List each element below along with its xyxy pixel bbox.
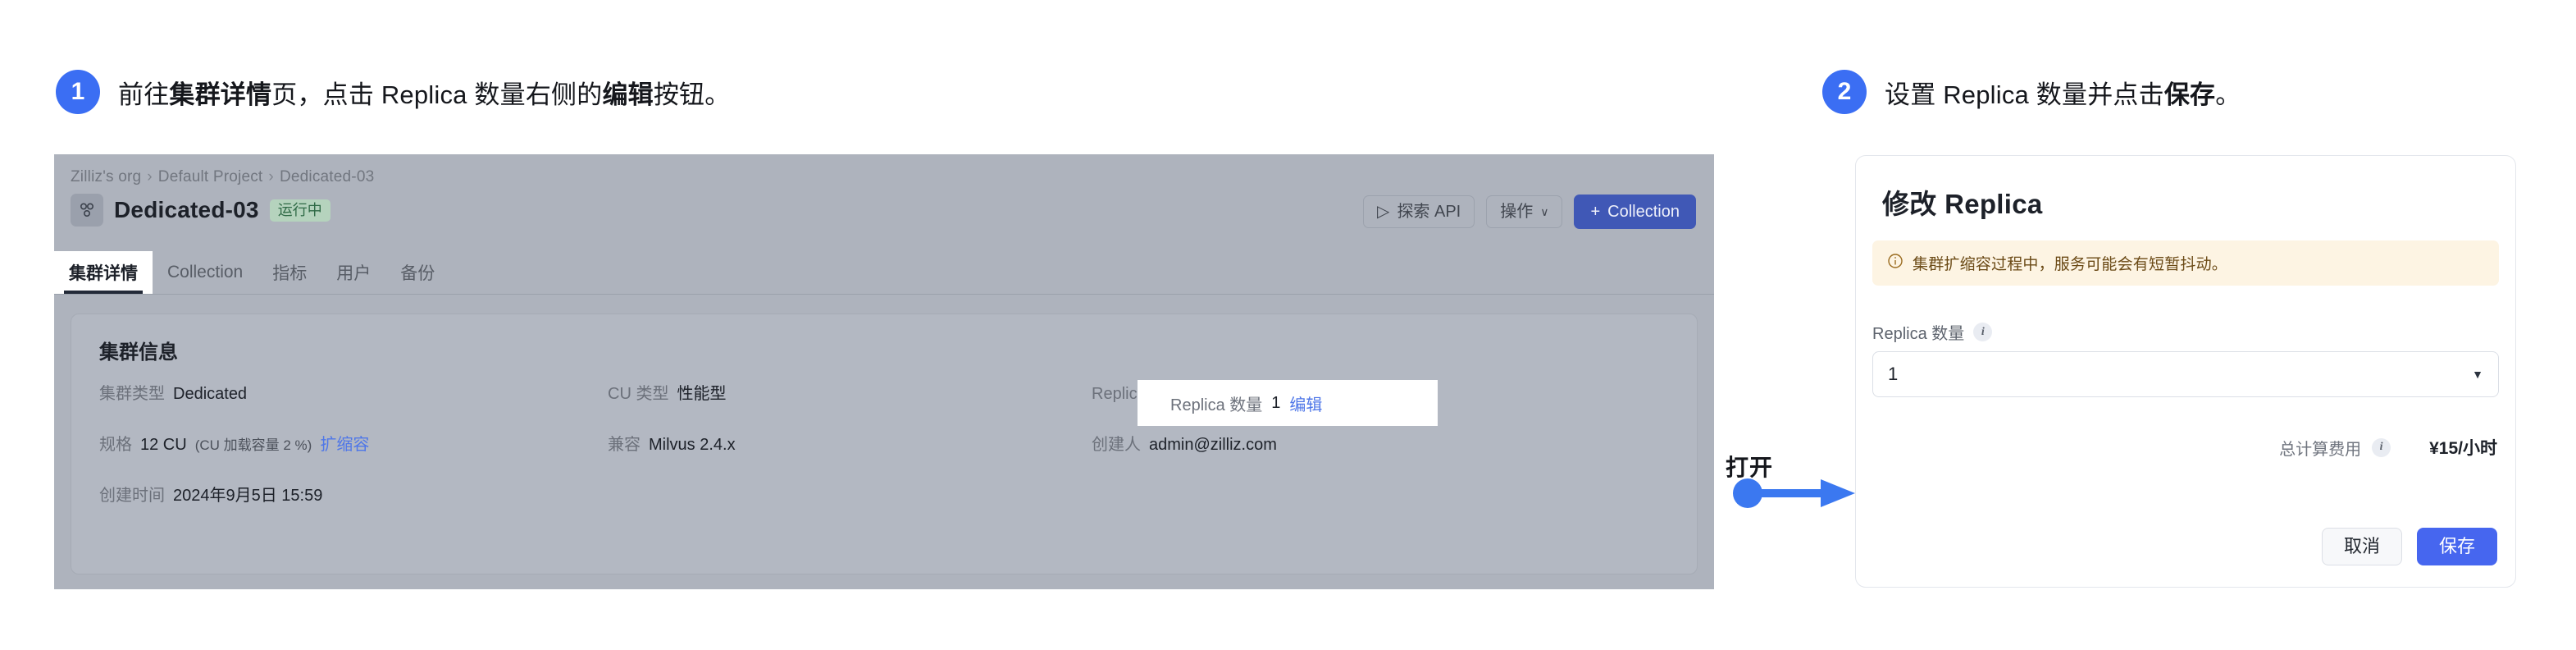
explore-api-button[interactable]: ▷ 探索 API xyxy=(1363,195,1475,228)
cluster-detail-screenshot: Zilliz's org › Default Project › Dedicated-0… xyxy=(54,154,1714,589)
step-2-text-bold1: 保存 xyxy=(2163,80,2216,109)
step-2-text: 设置 Replica 数量并点击保存。 xyxy=(1885,74,2241,111)
tab-users[interactable]: 用户 xyxy=(321,251,385,294)
replica-count-value: 1 xyxy=(1271,393,1281,412)
chevron-down-icon: ∨ xyxy=(1540,205,1549,218)
info-cell-creator: 创建人 admin@zilliz.com xyxy=(1092,431,1674,455)
info-tooltip-icon[interactable]: i xyxy=(1973,323,1993,341)
info-circle-icon xyxy=(1887,253,1904,273)
breadcrumb-separator-2: › xyxy=(268,168,274,185)
connector-arrow-icon xyxy=(1733,478,1855,508)
info-label: 创建时间 xyxy=(99,487,165,505)
info-value: 12 CU xyxy=(140,436,187,454)
total-cost-value: ¥15/小时 xyxy=(2429,439,2497,458)
replica-count-label: Replica 数量 xyxy=(1170,396,1263,414)
save-button[interactable]: 保存 xyxy=(2416,528,2497,565)
info-label: 规格 xyxy=(99,436,132,454)
info-value: admin@zilliz.com xyxy=(1149,436,1277,454)
info-sub-value: (CU 加载容量 2 %) xyxy=(194,437,312,453)
info-label: 兼容 xyxy=(608,436,641,454)
breadcrumb-project[interactable]: Default Project xyxy=(158,168,263,185)
cost-info-tooltip-icon[interactable]: i xyxy=(2372,437,2391,457)
step-1-text-bold2: 编辑 xyxy=(602,80,654,109)
step-1-text-suffix: 按钮。 xyxy=(653,80,731,109)
breadcrumb-cluster[interactable]: Dedicated-03 xyxy=(280,168,374,185)
step-2-caption: 2 设置 Replica 数量并点击保存。 xyxy=(1822,70,2241,114)
create-collection-button[interactable]: + Collection xyxy=(1574,195,1696,229)
header-actions: ▷ 探索 API 操作 ∨ + Collection xyxy=(1363,195,1696,229)
info-cell-cluster-type: 集群类型 Dedicated xyxy=(99,380,608,404)
info-row: 规格 12 CU (CU 加载容量 2 %) 扩缩容 兼容 Milvus 2.4… xyxy=(99,431,1674,482)
operations-button[interactable]: 操作 ∨ xyxy=(1486,195,1563,228)
create-collection-label: Collection xyxy=(1607,203,1680,221)
tab-cluster-detail[interactable]: 集群详情 xyxy=(54,251,153,294)
breadcrumb: Zilliz's org › Default Project › Dedicated-0… xyxy=(71,168,374,186)
dialog-warning-text: 集群扩缩容过程中，服务可能会有短暂抖动。 xyxy=(1913,256,2228,273)
replica-count-select[interactable]: 1 ▼ xyxy=(1872,351,2499,397)
breadcrumb-org[interactable]: Zilliz's org xyxy=(71,168,141,185)
tab-metrics[interactable]: 指标 xyxy=(258,251,321,294)
info-value: Milvus 2.4.x xyxy=(649,436,736,454)
step-2-badge: 2 xyxy=(1822,70,1867,114)
replica-count-highlight: Replica 数量 1 编辑 xyxy=(1138,380,1438,426)
info-label: 创建人 xyxy=(1092,436,1141,454)
chevron-down-icon: ▼ xyxy=(2472,368,2483,381)
cluster-info-card: 集群信息 集群类型 Dedicated CU 类型 性能型 Replica 数量… xyxy=(71,314,1698,574)
plus-icon: + xyxy=(1590,203,1601,221)
operations-label: 操作 xyxy=(1500,203,1534,221)
cluster-info-title: 集群信息 xyxy=(99,341,178,364)
info-cell-created-time: 创建时间 2024年9月5日 15:59 xyxy=(99,482,608,506)
info-cell-spec: 规格 12 CU (CU 加载容量 2 %) 扩缩容 xyxy=(99,431,608,455)
step-1-caption: 1 前往集群详情页，点击 Replica 数量右侧的编辑按钮。 xyxy=(56,70,730,114)
replica-count-selected-value: 1 xyxy=(1888,364,1899,384)
info-value: Dedicated xyxy=(173,385,248,403)
explore-api-label: 探索 API xyxy=(1397,203,1461,221)
dialog-action-buttons: 取消 保存 xyxy=(2321,528,2497,565)
play-triangle-icon: ▷ xyxy=(1377,203,1390,221)
info-label: 集群类型 xyxy=(99,385,165,403)
total-cost-row: 总计算费用 i ¥15/小时 xyxy=(2279,435,2497,460)
info-cell-cu-type: CU 类型 性能型 xyxy=(608,380,1092,404)
info-cell-compatibility: 兼容 Milvus 2.4.x xyxy=(608,431,1092,455)
cluster-title-row: Dedicated-03 运行中 xyxy=(71,194,331,227)
replica-count-field-label-text: Replica 数量 xyxy=(1872,325,1965,343)
step-2-text-suffix: 。 xyxy=(2215,80,2241,109)
edit-replica-link[interactable]: 编辑 xyxy=(1289,391,1322,415)
info-label: CU 类型 xyxy=(608,385,669,403)
tab-collection[interactable]: Collection xyxy=(153,251,258,294)
breadcrumb-separator-1: › xyxy=(147,168,153,185)
info-value: 2024年9月5日 15:59 xyxy=(173,487,323,505)
step-1-text: 前往集群详情页，点击 Replica 数量右侧的编辑按钮。 xyxy=(118,74,730,111)
step-1-text-prefix: 前往 xyxy=(118,80,170,109)
info-row: 创建时间 2024年9月5日 15:59 xyxy=(99,482,1674,533)
cancel-button[interactable]: 取消 xyxy=(2321,528,2402,565)
step-1-text-mid: 页，点击 Replica 数量右侧的 xyxy=(271,80,603,109)
tab-bar: 集群详情 Collection 指标 用户 备份 xyxy=(54,251,1714,295)
modify-replica-dialog: 修改 Replica 集群扩缩容过程中，服务可能会有短暂抖动。 Replica … xyxy=(1855,155,2516,588)
info-value: 性能型 xyxy=(677,385,727,403)
step-2-text-prefix: 设置 Replica 数量并点击 xyxy=(1885,80,2164,109)
status-badge: 运行中 xyxy=(269,199,331,222)
dialog-warning-banner: 集群扩缩容过程中，服务可能会有短暂抖动。 xyxy=(1872,240,2499,286)
info-row: 集群类型 Dedicated CU 类型 性能型 Replica 数量 1 编辑 xyxy=(99,380,1674,431)
step-1-badge: 1 xyxy=(56,70,100,114)
console-header: Zilliz's org › Default Project › Dedicated-0… xyxy=(54,154,1714,257)
replica-count-field-label: Replica 数量 i xyxy=(1872,320,1993,344)
total-cost-label: 总计算费用 xyxy=(2279,440,2362,459)
cluster-nodes-icon xyxy=(71,194,103,227)
cluster-info-grid: 集群类型 Dedicated CU 类型 性能型 Replica 数量 1 编辑… xyxy=(99,380,1674,533)
scale-link[interactable]: 扩缩容 xyxy=(320,431,369,455)
tab-backup[interactable]: 备份 xyxy=(385,251,449,294)
page-title: Dedicated-03 xyxy=(114,197,259,222)
dialog-title: 修改 Replica xyxy=(1882,189,2043,219)
step-1-text-bold1: 集群详情 xyxy=(169,80,272,109)
